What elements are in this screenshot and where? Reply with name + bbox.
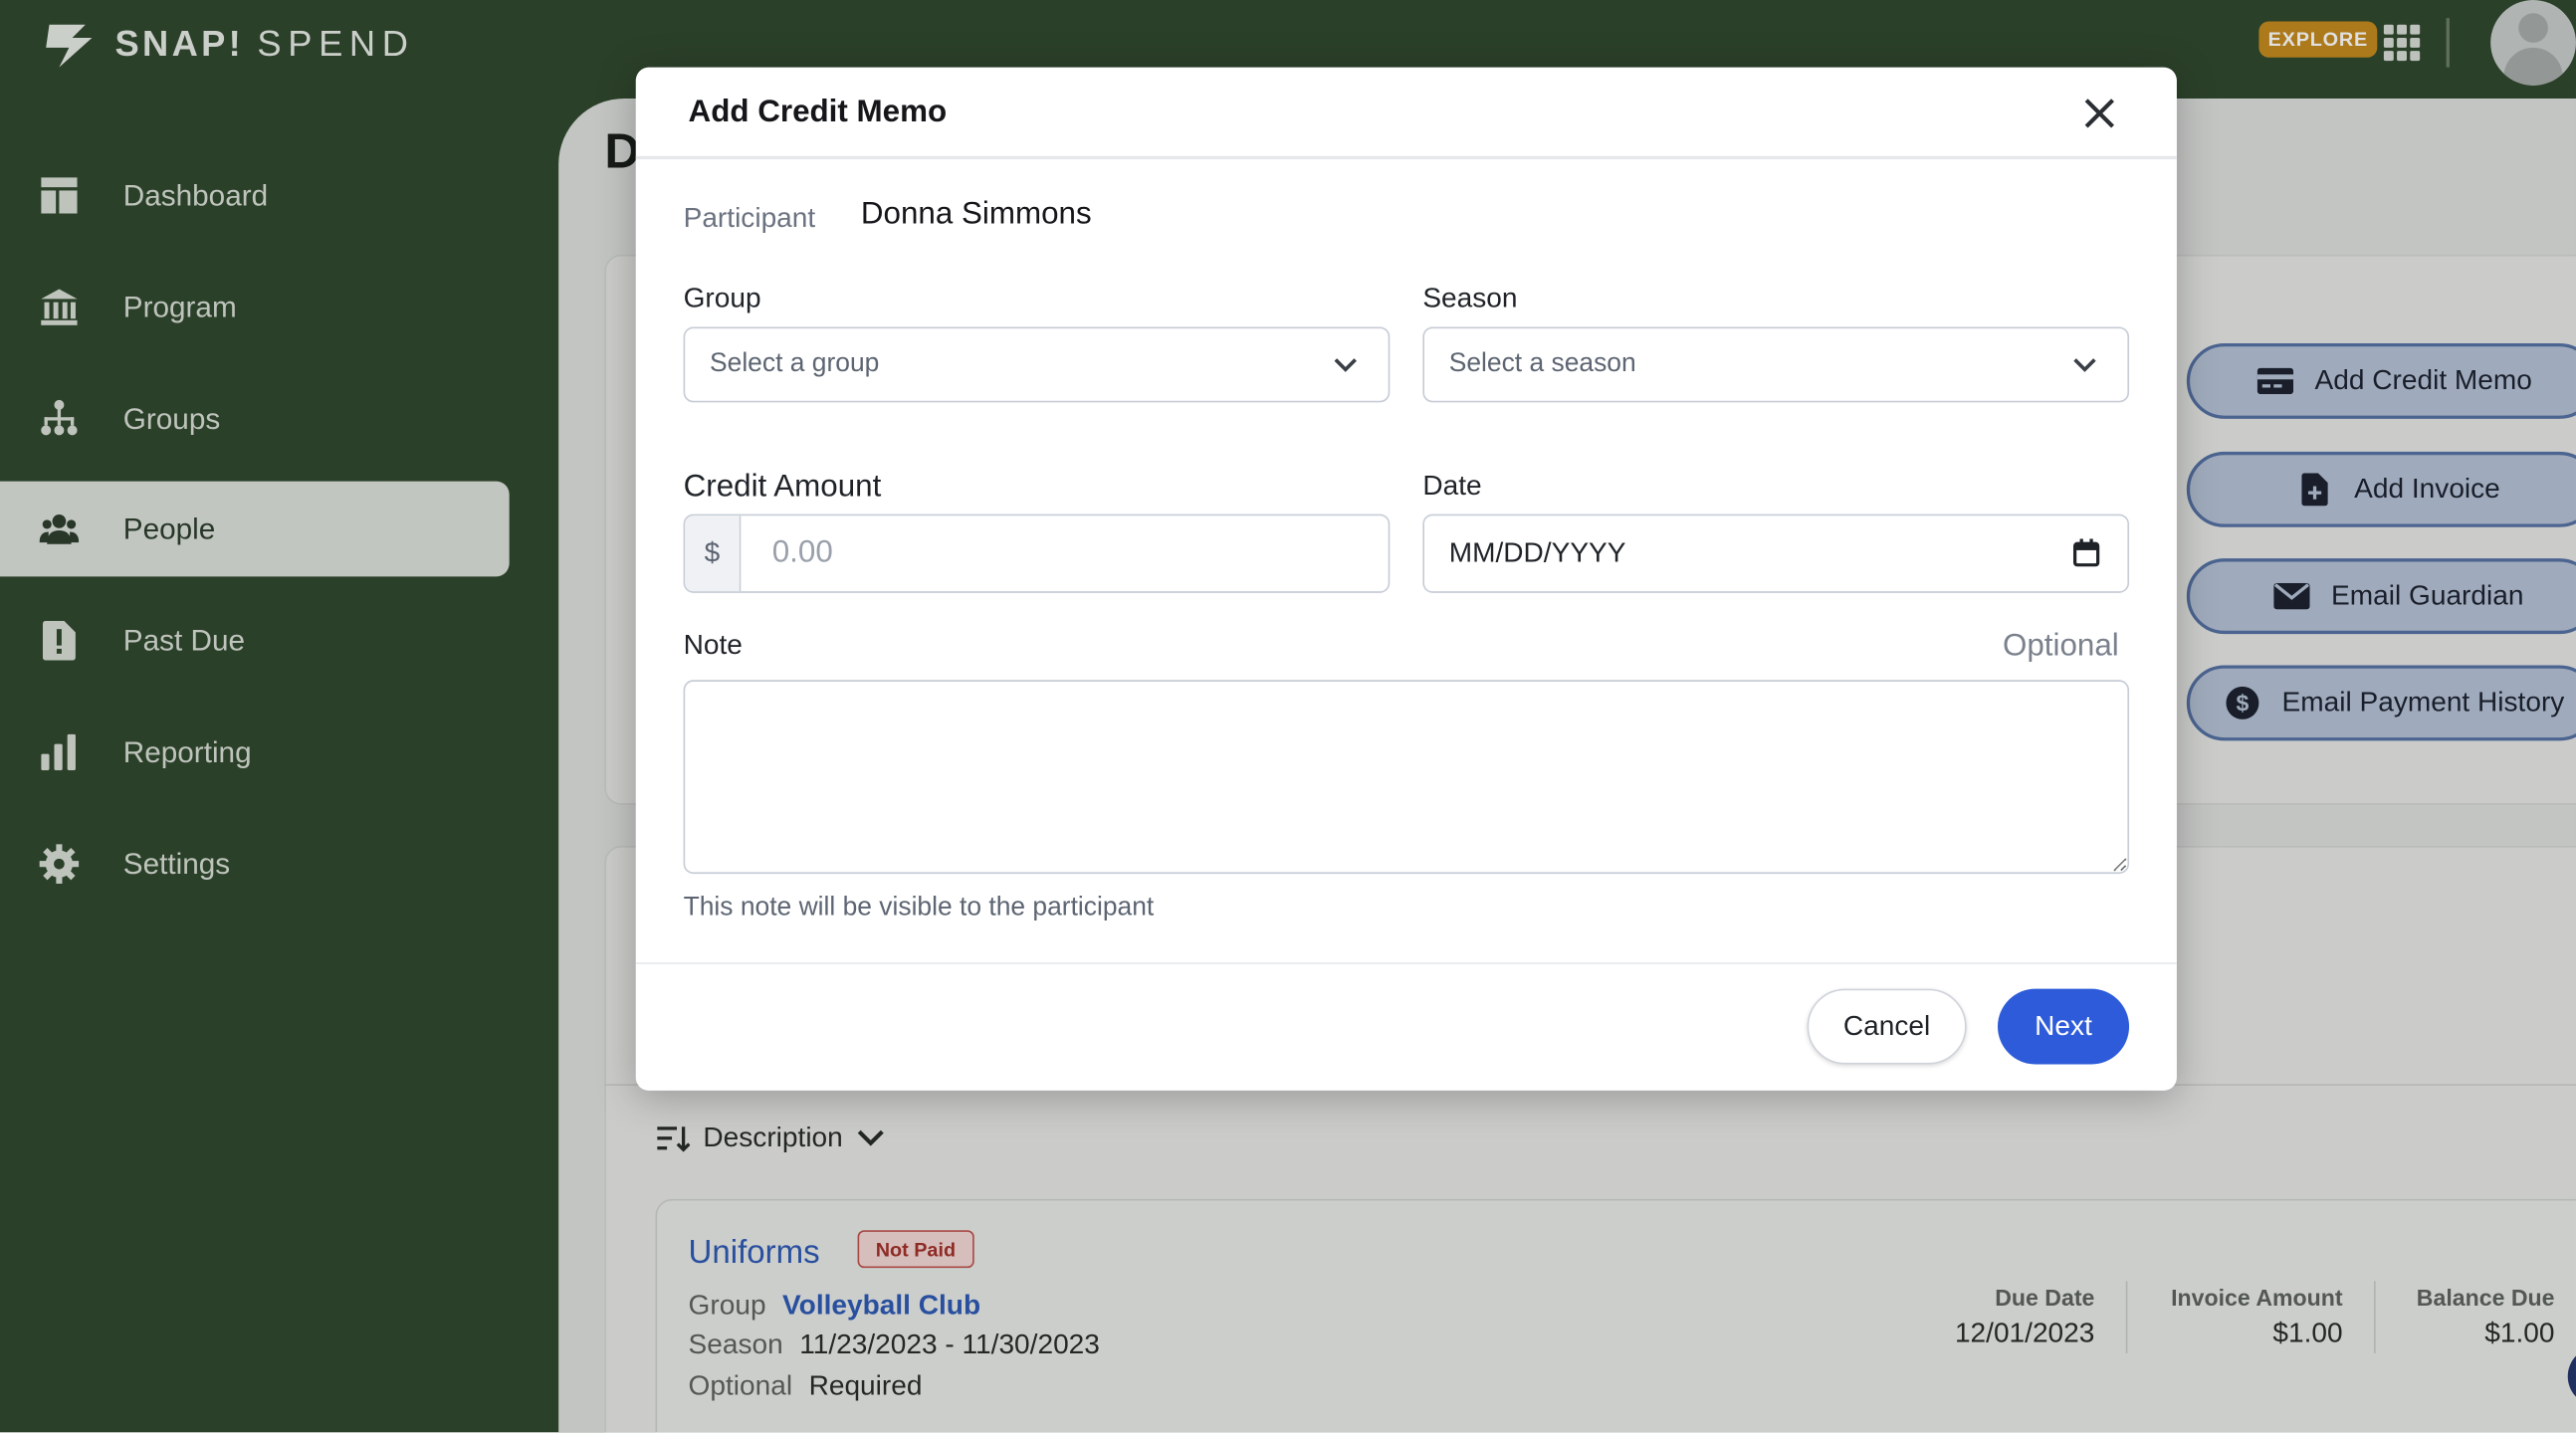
participant-label: Participant bbox=[683, 202, 816, 234]
credit-amount-label: Credit Amount bbox=[683, 470, 882, 505]
modal-title: Add Credit Memo bbox=[688, 95, 948, 130]
close-icon bbox=[2084, 99, 2115, 128]
note-helper-text: This note will be visible to the partici… bbox=[683, 893, 1155, 921]
app-window: SNAP! SPEND EXPLORE Dashboard Program Gr… bbox=[0, 0, 2576, 1433]
chevron-down-icon bbox=[2073, 358, 2096, 372]
season-select[interactable]: Select a season bbox=[1422, 326, 2130, 403]
season-select-placeholder: Select a season bbox=[1448, 349, 1636, 378]
note-optional-label: Optional bbox=[2002, 629, 2119, 664]
group-label: Group bbox=[683, 282, 761, 314]
credit-amount-field: $ bbox=[683, 513, 1391, 593]
modal-footer-divider bbox=[635, 962, 2177, 964]
cancel-button[interactable]: Cancel bbox=[1807, 988, 1967, 1065]
date-input[interactable]: MM/DD/YYYY bbox=[1422, 513, 2130, 593]
note-label: Note bbox=[683, 629, 743, 661]
currency-prefix: $ bbox=[685, 515, 742, 592]
participant-name: Donna Simmons bbox=[860, 197, 1092, 232]
modal-header: Add Credit Memo bbox=[635, 68, 2177, 160]
date-placeholder: MM/DD/YYYY bbox=[1448, 536, 1626, 569]
note-textarea[interactable] bbox=[683, 680, 2130, 875]
group-select[interactable]: Select a group bbox=[683, 326, 1391, 403]
season-label: Season bbox=[1422, 282, 1518, 314]
add-credit-memo-dialog: Add Credit Memo Participant Donna Simmon… bbox=[635, 67, 2177, 1091]
date-label: Date bbox=[1422, 470, 1482, 502]
next-button[interactable]: Next bbox=[1998, 988, 2130, 1065]
chevron-down-icon bbox=[1334, 358, 1357, 372]
credit-amount-input[interactable] bbox=[741, 515, 1389, 592]
close-button[interactable] bbox=[2078, 92, 2121, 134]
calendar-icon[interactable] bbox=[2072, 538, 2100, 567]
group-select-placeholder: Select a group bbox=[710, 349, 880, 378]
